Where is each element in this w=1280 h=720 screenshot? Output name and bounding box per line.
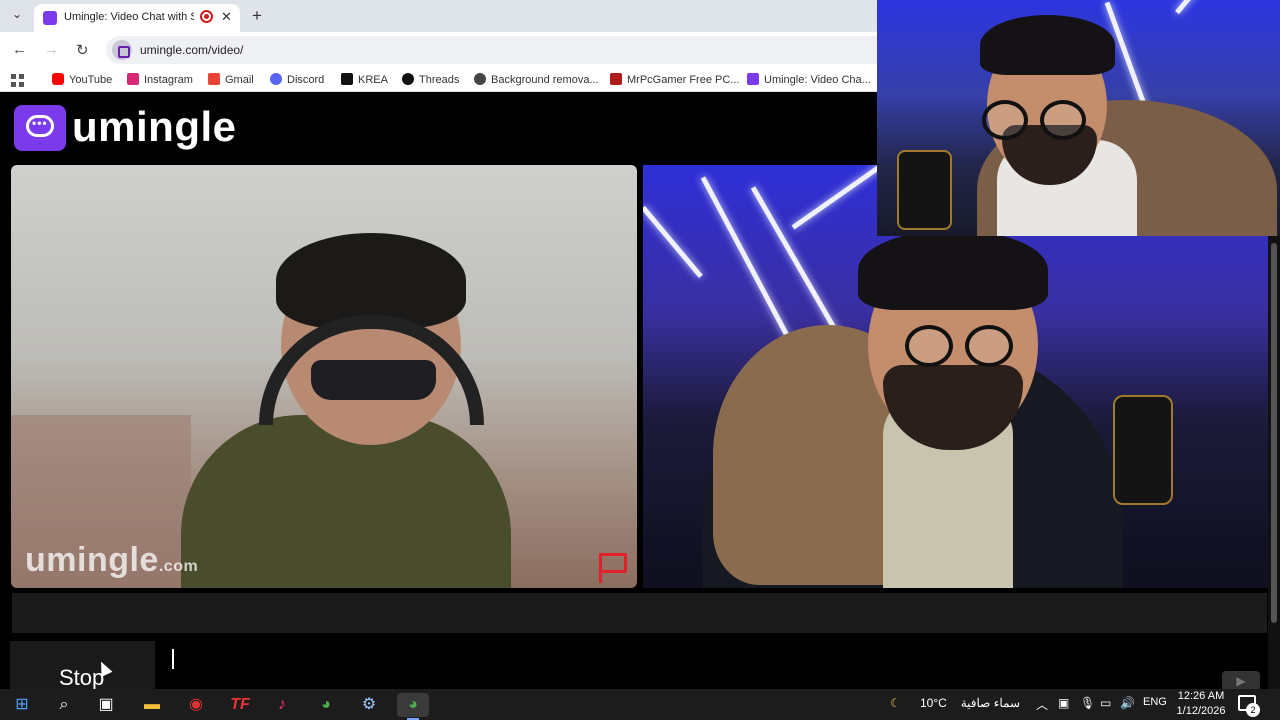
reload-icon[interactable]: ↻: [76, 41, 89, 59]
recording-icon: [200, 10, 213, 23]
bookmark-background-remover[interactable]: Background remova...: [474, 73, 599, 87]
bookmark-mrpcgamer[interactable]: MrPcGamer Free PC...: [610, 73, 739, 87]
address-bar-row: ← → ↻ umingle.com/video/: [0, 32, 877, 68]
tab-close-icon[interactable]: ✕: [221, 9, 232, 25]
umingle-bookmark-icon: [747, 73, 759, 85]
background-remover-icon: [474, 73, 486, 85]
windows-start-icon[interactable]: ⊞: [6, 693, 38, 717]
language-indicator[interactable]: ENG: [1143, 696, 1167, 708]
file-explorer-icon[interactable]: ▬: [136, 693, 168, 717]
discord-icon: [270, 73, 282, 85]
task-view-icon[interactable]: ▣: [90, 693, 122, 717]
streamer-glasses: [982, 100, 1092, 140]
microphone-tray-icon[interactable]: 🎙: [1080, 696, 1095, 710]
bookmark-label: Threads: [419, 74, 460, 86]
bookmark-label: Discord: [287, 74, 325, 86]
tf-app-icon[interactable]: TF: [224, 693, 256, 717]
windows-taskbar: ⊞ ⌕ ▣ ▬ ◉ TF ♪ ◕ ⚙ ◕ ☾ 10°C سماء صافية ︿…: [0, 689, 1280, 720]
bookmark-youtube[interactable]: YouTube: [52, 73, 112, 87]
neon-light: [643, 205, 703, 279]
weather-moon-icon: ☾: [890, 696, 901, 710]
weather-temp[interactable]: 10°C: [920, 696, 947, 710]
forward-arrow-icon[interactable]: →: [44, 41, 59, 58]
bookmark-label: KREA: [358, 74, 388, 86]
stranger-video: umingle.com: [11, 165, 637, 588]
search-icon[interactable]: ⌕: [48, 693, 80, 717]
bookmark-label: YouTube: [69, 74, 113, 86]
bookmark-instagram[interactable]: Instagram: [127, 73, 193, 87]
network-icon[interactable]: ▭: [1100, 696, 1111, 710]
chrome-icon[interactable]: ◕: [310, 693, 342, 717]
bookmark-label: Background remova...: [491, 74, 599, 86]
stop-button[interactable]: Stop: [10, 641, 155, 690]
bookmark-label: Instagram: [144, 74, 193, 86]
umingle-favicon-icon: [43, 11, 57, 25]
weather-desc[interactable]: سماء صافية: [954, 696, 1020, 710]
neon-light: [1175, 0, 1250, 15]
bookmark-umingle[interactable]: Umingle: Video Cha...: [747, 73, 871, 87]
stranger-hair: [276, 233, 466, 328]
self-glasses: [905, 325, 1015, 367]
mrpcgamer-icon: [610, 73, 622, 85]
bookmark-gmail[interactable]: Gmail: [208, 73, 254, 87]
streamer-microphone: [897, 150, 952, 230]
chrome-active-icon[interactable]: ◕: [397, 693, 429, 720]
chat-message-input[interactable]: [160, 641, 1220, 689]
tab-title: Umingle: Video Chat with S: [64, 11, 194, 23]
clock-date: 1/12/2026: [1176, 705, 1226, 717]
bookmark-krea[interactable]: KREA: [341, 73, 388, 87]
notification-count: 2: [1246, 703, 1260, 717]
umingle-logo-icon[interactable]: [14, 105, 66, 151]
bookmark-label: Umingle: Video Cha...: [764, 74, 871, 86]
omnibox[interactable]: umingle.com/video/: [106, 36, 877, 64]
umingle-watermark: umingle.com: [25, 541, 198, 580]
bookmark-threads[interactable]: Threads: [402, 73, 459, 87]
chat-log: [12, 593, 1267, 633]
apps-grid-icon[interactable]: [11, 74, 24, 87]
new-tab-plus-icon[interactable]: +: [252, 6, 262, 26]
bookmark-discord[interactable]: Discord: [270, 73, 324, 87]
tray-chevron-icon[interactable]: ︿: [1036, 696, 1048, 713]
chat-bubble-icon: [26, 115, 54, 137]
gmail-icon: [208, 73, 220, 85]
krea-icon: [341, 73, 353, 85]
streamer-webcam-overlay: [877, 0, 1280, 236]
microphone: [1113, 395, 1173, 505]
steam-icon[interactable]: ⚙: [353, 693, 385, 717]
site-info-icon[interactable]: [112, 40, 132, 60]
tiktok-icon[interactable]: ♪: [266, 693, 298, 717]
url-text: umingle.com/video/: [140, 43, 244, 57]
system-clock[interactable]: 12:26 AM 1/12/2026: [1168, 689, 1234, 719]
bookmark-label: Gmail: [225, 74, 254, 86]
text-caret: [172, 649, 174, 669]
tab-search-chevron-icon[interactable]: ⌄: [6, 7, 28, 25]
threads-icon: [402, 73, 414, 85]
instagram-icon: [127, 73, 139, 85]
bookmarks-bar: YouTube Instagram Gmail Discord KREA Thr…: [0, 68, 877, 92]
self-hair: [858, 230, 1048, 310]
send-button[interactable]: ▶: [1222, 671, 1260, 691]
stranger-sunglasses: [311, 360, 436, 400]
clock-time: 12:26 AM: [1177, 690, 1225, 702]
scroll-thumb[interactable]: [1271, 243, 1277, 623]
camera-tray-icon[interactable]: ▣: [1058, 696, 1069, 710]
youtube-icon: [52, 73, 64, 85]
report-flag-icon[interactable]: [599, 553, 627, 583]
bookmark-label: MrPcGamer Free PC...: [627, 74, 740, 86]
streamer-hair: [980, 15, 1115, 75]
volume-icon[interactable]: 🔊: [1120, 696, 1135, 710]
watermark-suffix: .com: [158, 558, 199, 575]
neon-light: [700, 176, 790, 338]
watermark-main: umingle: [25, 541, 159, 579]
neon-light: [750, 186, 841, 336]
browser-tab-bar: ⌄ Umingle: Video Chat with S ✕ +: [0, 0, 877, 32]
back-arrow-icon[interactable]: ←: [12, 41, 27, 58]
tab-umingle[interactable]: Umingle: Video Chat with S ✕: [34, 4, 240, 32]
obs-icon[interactable]: ◉: [180, 693, 212, 717]
brand-wordmark[interactable]: umingle: [72, 103, 237, 151]
